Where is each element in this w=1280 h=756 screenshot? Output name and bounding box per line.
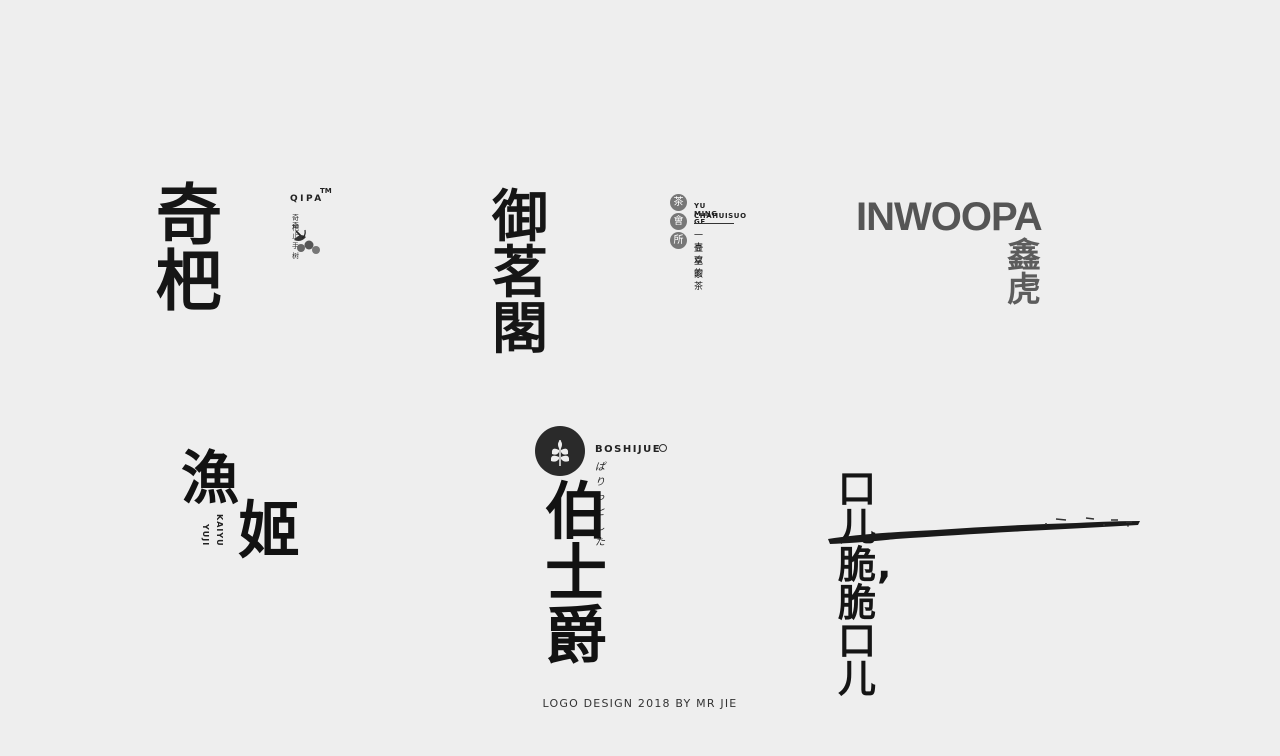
yu-ming-ge-wordmark: 御茗閣 xyxy=(492,185,548,362)
registered-circle-icon xyxy=(659,444,667,452)
seal-char: 茶 xyxy=(670,194,687,211)
loquat-fruit-icon xyxy=(294,229,320,254)
yu-ji-char-fish: 漁 xyxy=(181,444,240,512)
yu-ji-latin: YUJI KAIYU xyxy=(201,514,235,551)
yu-ji-latin-col1: YUJI xyxy=(201,524,210,547)
yu-ji-latin-col2: KAIYU xyxy=(215,514,225,547)
yu-ji-char-princess: 姬 xyxy=(238,494,301,567)
qipa-wordmark: 奇杷 xyxy=(156,177,222,320)
wheat-icon xyxy=(550,440,570,466)
wheat-leaf-emblem xyxy=(535,426,585,476)
trademark-mark: TM xyxy=(320,187,332,195)
seal-char: 會 xyxy=(670,213,687,230)
brush-stroke-underline xyxy=(828,517,1140,544)
tea-house-seal: 茶 會 所 xyxy=(670,194,690,251)
qipa-latin: QIPA xyxy=(290,194,324,204)
yu-ming-ge-latin-line2: CHAHUISUO xyxy=(694,212,747,220)
kou-er-cui-wordmark: 口儿脆,脆口儿 xyxy=(838,467,893,701)
divider xyxy=(694,223,734,224)
footer-credit: LOGO DESIGN 2018 BY MR JIE xyxy=(542,697,738,710)
inwoopa-chinese-name: 鑫虎 xyxy=(1007,236,1041,310)
boshijue-wordmark: 伯士爵 xyxy=(545,475,607,672)
boshijue-latin: BOSHIJUE xyxy=(595,444,662,455)
seal-char: 所 xyxy=(670,232,687,249)
yu-ming-ge-slogan-line2: 喜欢的茶 xyxy=(694,243,704,292)
inwoopa-wordmark: INWOOPA xyxy=(856,195,1043,239)
